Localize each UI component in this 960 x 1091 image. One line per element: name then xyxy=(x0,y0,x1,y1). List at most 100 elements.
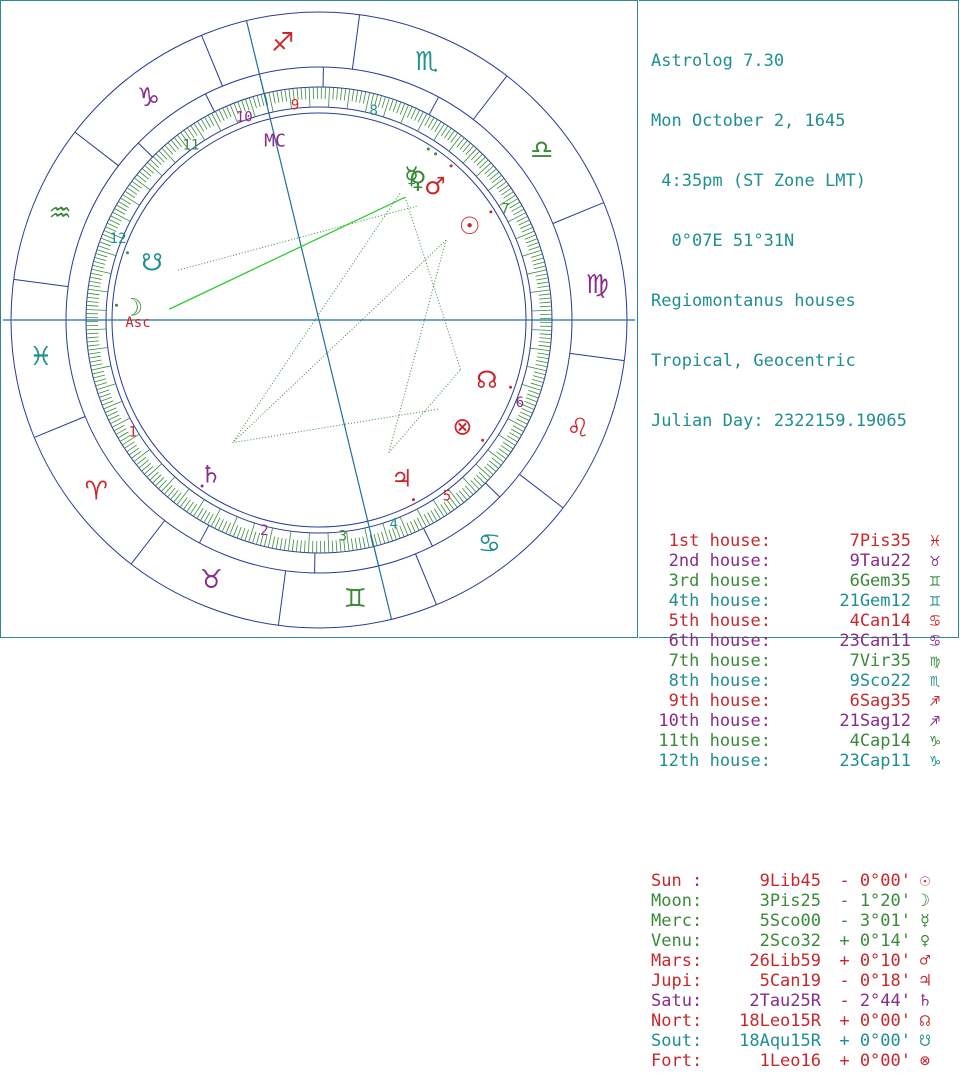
planet-glyph: ♃ xyxy=(391,465,413,493)
degree-tick xyxy=(208,115,214,126)
degree-tick xyxy=(374,534,377,546)
chart-wheel-panel: 123456789101112♓♈♉♊♋♌♍♎♏♐♑♒☉☽☿♀♂♃♄☊☋⊗Asc… xyxy=(0,0,638,638)
house-row: 9th house: 6Sag35♐ xyxy=(651,691,958,711)
house-label: 1st house: xyxy=(651,531,771,551)
house-cusp: 4Can14 xyxy=(771,611,911,631)
planet-icon: ♃ xyxy=(911,971,939,991)
house-number: 8 xyxy=(369,103,377,119)
degree-tick xyxy=(410,521,415,532)
degree-tick xyxy=(520,224,531,229)
zodiac-sign-icon: ♎ xyxy=(530,136,553,166)
degree-tick xyxy=(237,527,241,538)
house-cusp: 7Vir35 xyxy=(771,651,911,671)
planet-latitude: + 0°10' xyxy=(821,951,911,971)
degree-tick xyxy=(411,108,416,119)
degree-tick xyxy=(337,88,338,100)
degree-tick xyxy=(417,509,426,527)
house-cusp: 4Cap14 xyxy=(771,731,911,751)
degree-tick xyxy=(94,261,106,264)
zodiac-sign-icon: ♒ xyxy=(48,198,71,228)
degree-tick xyxy=(530,290,550,293)
zodiac-sign-icon: ♌ xyxy=(566,414,589,444)
degree-tick xyxy=(534,372,546,375)
house-number: 10 xyxy=(236,109,253,125)
degree-tick xyxy=(261,94,264,106)
degree-tick xyxy=(233,526,237,537)
degree-tick xyxy=(309,87,310,107)
degree-tick xyxy=(527,394,538,398)
sign-icon: ♏ xyxy=(921,671,949,691)
degree-tick xyxy=(513,209,524,215)
degree-tick xyxy=(365,528,369,548)
house-number: 4 xyxy=(389,517,397,533)
sign-icon: ♑ xyxy=(921,751,949,771)
planet-icon: ♀ xyxy=(911,931,939,951)
chart-location: 0°07E 51°31N xyxy=(651,231,958,251)
degree-tick xyxy=(382,97,385,109)
planet-name: Nort: xyxy=(651,1011,721,1031)
degree-tick xyxy=(424,514,430,525)
house-cusp-line xyxy=(429,97,438,115)
house-row: 5th house: 4Can14♋ xyxy=(651,611,958,631)
degree-tick xyxy=(114,425,125,431)
house-row: 10th house:21Sag12♐ xyxy=(651,711,958,731)
house-number: 12 xyxy=(110,231,127,247)
degree-tick xyxy=(526,239,537,243)
zodiac-sign-icon: ♐ xyxy=(271,28,294,58)
degree-tick xyxy=(400,517,408,535)
degree-tick xyxy=(363,92,365,104)
planet-name: Fort: xyxy=(651,1051,721,1071)
planet-row: Satu: 2Tau25R- 2°44'♄ xyxy=(651,991,958,1011)
planet-marker xyxy=(509,386,512,389)
degree-tick xyxy=(532,258,544,261)
degree-tick xyxy=(211,509,220,527)
house-label: 12th house: xyxy=(651,751,771,771)
degree-tick xyxy=(91,364,103,366)
degree-tick xyxy=(94,379,106,382)
aspect-line xyxy=(169,197,405,309)
planet-row: Sout:18Aqu15R+ 0°00'☋ xyxy=(651,1031,958,1051)
degree-tick xyxy=(525,401,536,405)
house-label: 7th house: xyxy=(651,651,771,671)
degree-tick xyxy=(508,213,526,222)
degree-tick xyxy=(539,298,551,299)
degree-tick xyxy=(96,382,108,385)
degree-tick xyxy=(123,195,140,206)
planet-name: Venu: xyxy=(651,931,721,951)
degree-tick xyxy=(344,89,345,101)
degree-tick xyxy=(527,366,547,370)
degree-tick xyxy=(87,341,99,342)
planet-marker xyxy=(201,484,204,487)
degree-tick xyxy=(194,499,205,516)
degree-tick xyxy=(87,337,99,338)
degree-tick xyxy=(93,375,105,378)
planet-icon: ☊ xyxy=(911,1011,939,1031)
degree-tick xyxy=(112,418,130,427)
degree-tick xyxy=(110,418,121,423)
degree-tick xyxy=(102,401,113,405)
planet-row: Merc: 5Sco00- 3°01'☿ xyxy=(651,911,958,931)
degree-tick xyxy=(90,277,102,279)
aspect-line xyxy=(389,240,446,453)
degree-tick xyxy=(86,305,98,306)
zodiac-sign-icon: ♋ xyxy=(478,529,501,559)
planet-glyph: ♂ xyxy=(424,172,446,200)
house-number: 2 xyxy=(260,523,268,539)
house-cusp: 21Sag12 xyxy=(771,711,911,731)
zodiac-sign-icon: ♊ xyxy=(344,584,367,614)
house-number: 1 xyxy=(129,424,137,440)
degree-tick xyxy=(253,532,256,544)
degree-tick xyxy=(352,90,354,102)
degree-tick xyxy=(272,537,274,549)
planet-row: Jupi: 5Can19- 0°18'♃ xyxy=(651,971,958,991)
degree-tick xyxy=(161,477,175,492)
degree-tick xyxy=(417,518,422,529)
house-cusp: 21Gem12 xyxy=(771,591,911,611)
house-label: 3rd house: xyxy=(651,571,771,591)
degree-tick xyxy=(86,310,106,311)
degree-tick xyxy=(540,334,552,335)
planet-row: Mars:26Lib59+ 0°10'♂ xyxy=(651,951,958,971)
house-number: 9 xyxy=(291,97,299,113)
degree-tick xyxy=(400,103,404,114)
planet-icon: ♂ xyxy=(911,951,939,971)
